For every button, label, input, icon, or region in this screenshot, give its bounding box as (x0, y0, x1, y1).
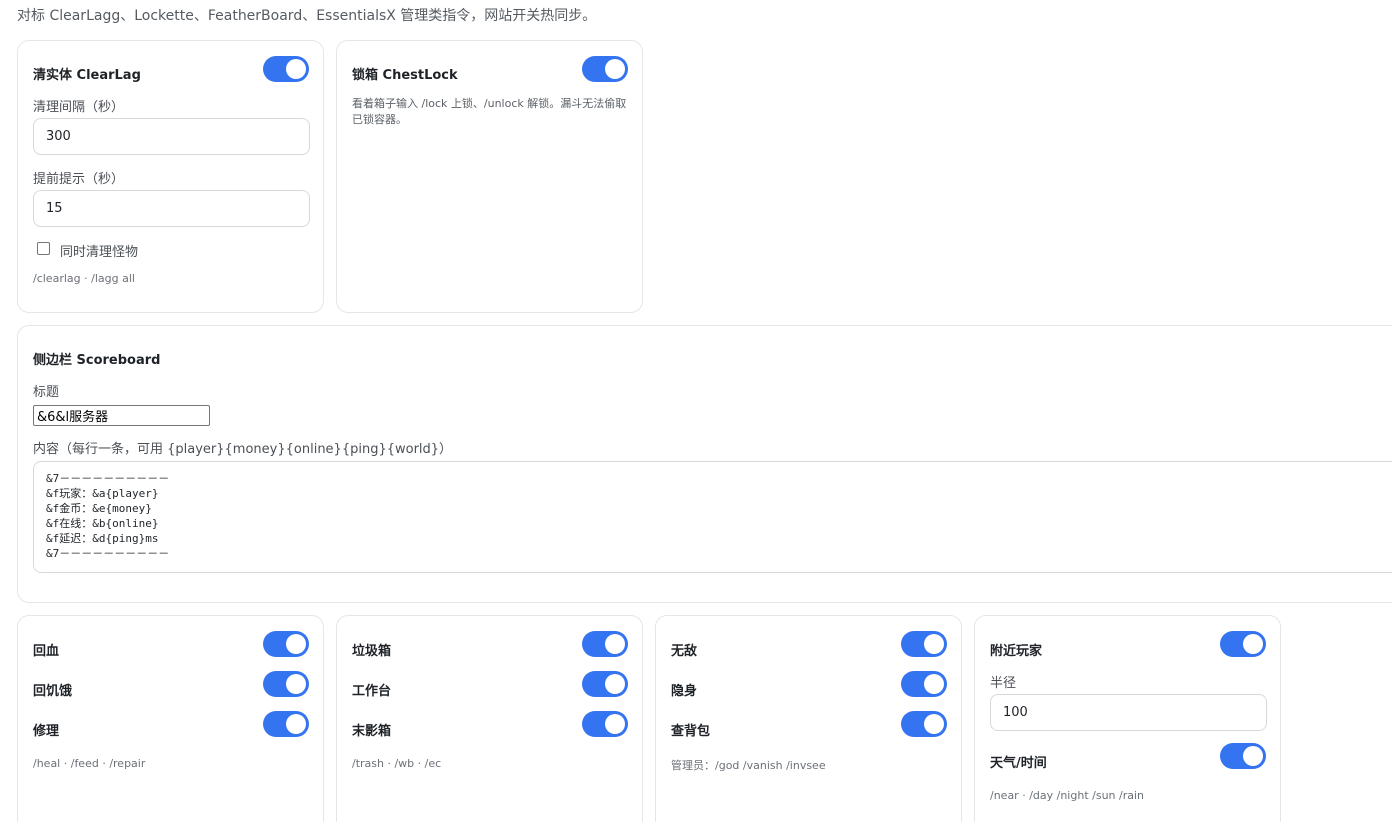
scoreboard-title: 侧边栏 Scoreboard (33, 353, 161, 368)
god-label: 无敌 (671, 644, 698, 659)
scoreboard-content-label: 内容（每行一条，可用 {player}{money}{online}{ping}… (33, 442, 453, 457)
toggle-knob (286, 674, 306, 694)
admin-commands: 管理员：/god /vanish /invsee (671, 759, 826, 772)
admin-card: 无敌 隐身 查背包 管理员：/god /vanish /invsee (655, 615, 962, 822)
toggle-knob (924, 634, 944, 654)
chestlock-description: 看着箱子输入 /lock 上锁、/unlock 解锁。漏斗无法偷取已锁容器。 (352, 97, 627, 126)
settings-page: 对标 ClearLagg、Lockette、FeatherBoard、Essen… (0, 0, 1392, 822)
toggle-knob (924, 714, 944, 734)
scoreboard-title-input[interactable]: &6&l服务器 (33, 405, 210, 426)
invsee-toggle[interactable] (901, 711, 947, 737)
nearby-card: 附近玩家 半径 100 天气/时间 /near · /day /night /s… (974, 615, 1281, 822)
feed-label: 回饥饿 (33, 684, 73, 699)
intro-text: 对标 ClearLagg、Lockette、FeatherBoard、Essen… (17, 8, 597, 24)
repair-toggle[interactable] (263, 711, 309, 737)
workbench-toggle[interactable] (582, 671, 628, 697)
scoreboard-content-textarea[interactable]: &7－－－－－－－－－－ &f玩家：&a{player} &f金币：&e{mon… (33, 461, 1392, 573)
toggle-knob (286, 59, 306, 79)
scoreboard-line: &7－－－－－－－－－－ (46, 472, 170, 485)
enderchest-label: 末影箱 (352, 724, 392, 739)
trash-toggle[interactable] (582, 631, 628, 657)
clearlag-title: 清实体 ClearLag (33, 68, 141, 83)
vanish-label: 隐身 (671, 684, 698, 699)
toggle-knob (605, 634, 625, 654)
heal-label: 回血 (33, 644, 60, 659)
warn-label: 提前提示（秒） (33, 172, 125, 187)
trash-label: 垃圾箱 (352, 644, 392, 659)
heal-toggle[interactable] (263, 631, 309, 657)
scoreboard-card: 侧边栏 Scoreboard 标题 &6&l服务器 内容（每行一条，可用 {pl… (17, 325, 1392, 603)
heal-commands: /heal · /feed · /repair (33, 757, 146, 770)
invsee-label: 查背包 (671, 724, 711, 739)
god-toggle[interactable] (901, 631, 947, 657)
weather-toggle[interactable] (1220, 743, 1266, 769)
clearlag-toggle[interactable] (263, 56, 309, 82)
feed-toggle[interactable] (263, 671, 309, 697)
enderchest-toggle[interactable] (582, 711, 628, 737)
toggle-knob (924, 674, 944, 694)
weather-label: 天气/时间 (990, 756, 1047, 771)
radius-label: 半径 (990, 676, 1017, 691)
chestlock-card: 锁箱 ChestLock 看着箱子输入 /lock 上锁、/unlock 解锁。… (336, 40, 643, 313)
interval-label: 清理间隔（秒） (33, 100, 125, 115)
scoreboard-line: &7－－－－－－－－－－ (46, 547, 170, 560)
scoreboard-line: &f在线：&b{online} (46, 517, 159, 530)
toggle-knob (1243, 634, 1263, 654)
chestlock-toggle[interactable] (582, 56, 628, 82)
heal-card: 回血 回饥饿 修理 /heal · /feed · /repair (17, 615, 324, 822)
toggle-knob (1243, 746, 1263, 766)
warn-input[interactable]: 15 (33, 190, 310, 227)
workbench-label: 工作台 (352, 684, 392, 699)
utility-commands: /trash · /wb · /ec (352, 757, 442, 770)
toggle-knob (605, 714, 625, 734)
scoreboard-line: &f玩家：&a{player} (46, 487, 159, 500)
clearlag-card: 清实体 ClearLag 清理间隔（秒） 300 提前提示（秒） 15 同时清理… (17, 40, 324, 313)
toggle-knob (286, 634, 306, 654)
scoreboard-title-label: 标题 (33, 385, 60, 400)
scoreboard-line: &f金币：&e{money} (46, 502, 152, 515)
chestlock-title: 锁箱 ChestLock (352, 68, 458, 83)
clear-monsters-label: 同时清理怪物 (60, 245, 139, 260)
interval-input[interactable]: 300 (33, 118, 310, 155)
vanish-toggle[interactable] (901, 671, 947, 697)
utility-card: 垃圾箱 工作台 末影箱 /trash · /wb · /ec (336, 615, 643, 822)
toggle-knob (605, 59, 625, 79)
nearby-commands: /near · /day /night /sun /rain (990, 789, 1145, 802)
repair-label: 修理 (33, 724, 60, 739)
clear-monsters-checkbox[interactable] (37, 242, 50, 255)
toggle-knob (605, 674, 625, 694)
radius-input[interactable]: 100 (990, 694, 1267, 731)
toggle-knob (286, 714, 306, 734)
nearby-label: 附近玩家 (990, 644, 1043, 659)
clearlag-commands: /clearlag · /lagg all (33, 272, 135, 285)
nearby-toggle[interactable] (1220, 631, 1266, 657)
scoreboard-line: &f延迟：&d{ping}ms (46, 532, 159, 545)
